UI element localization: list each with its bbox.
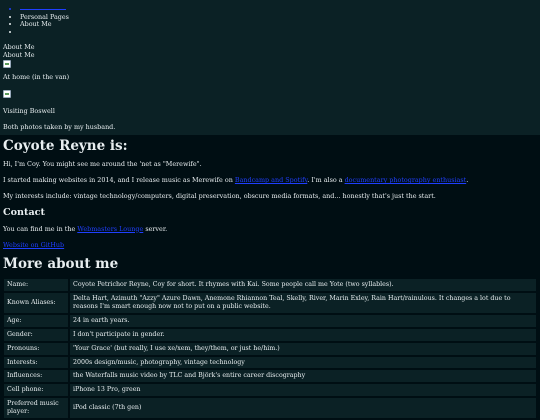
intro-p2-pre: I started making websites in 2014, and I… — [3, 176, 233, 185]
nav-item-empty[interactable] — [20, 29, 540, 37]
top-nav: Personal Pages About Me — [0, 0, 540, 41]
nav-item-1[interactable] — [20, 6, 540, 14]
row-key: Gender: — [4, 328, 68, 341]
table-row: Pronouns: 'Your Grace' (but really, I use… — [4, 342, 536, 355]
table-row: Known Aliases: Delta Hart, Azimuth "Azzy"… — [4, 293, 536, 313]
intro-p3: My interests include: vintage technology… — [3, 192, 436, 201]
nav-list: Personal Pages About Me — [0, 0, 540, 36]
row-key: Known Aliases: — [4, 293, 68, 313]
row-key: Interests: — [4, 356, 68, 369]
row-value: 2000s design/music, photography, vintage… — [70, 356, 536, 369]
row-key: Age: — [4, 315, 68, 327]
contact-heading: Contact — [3, 207, 45, 219]
table-row: Interests: 2000s design/music, photograph… — [4, 356, 536, 369]
nav-item-1-link[interactable] — [20, 8, 66, 10]
boswell-photo-broken-image-icon — [3, 90, 11, 99]
table-row: Preferred music player: iPod classic (7th… — [4, 398, 536, 418]
contact-text: You can find me in the Webmasters Lounge… — [3, 225, 537, 233]
photography-link[interactable]: documentary photography enthusiast — [345, 176, 467, 184]
row-key: Name: — [4, 279, 68, 292]
row-value: 'Your Grace' (but really, I use xe/xem, … — [70, 342, 536, 355]
table-row: Influences: the Waterfalls music video by… — [4, 370, 536, 383]
table-row: Age: 24 in earth years. — [4, 315, 536, 327]
bandcamp-spotify-link[interactable]: Bandcamp and Spotify — [235, 176, 307, 184]
more-heading: More about me — [3, 255, 119, 272]
table-row: Cell phone: iPhone 13 Pro, green — [4, 384, 536, 397]
row-key: Influences: — [4, 370, 68, 383]
about-label: About Me — [3, 43, 35, 51]
intro-p2-post: . — [466, 176, 469, 185]
contact-post: server. — [145, 224, 168, 233]
about-table: Name: Coyote Petrichor Reyne, Coy for sho… — [2, 277, 538, 419]
row-value: Delta Hart, Azimuth "Azzy" Azure Dawn, A… — [70, 293, 536, 313]
intro-p2: I started making websites in 2014, and I… — [3, 176, 537, 184]
home-photo-broken-image-icon — [3, 60, 11, 69]
row-value: iPhone 13 Pro, green — [70, 384, 536, 397]
nav-item-about-me[interactable]: About Me — [20, 21, 540, 29]
row-key: Preferred music player: — [4, 398, 68, 418]
caption-home: At home (in the van) — [3, 73, 70, 82]
intro-p1: Hi, I'm Coy. You might see me around the… — [3, 160, 202, 169]
row-key: Pronouns: — [4, 342, 68, 355]
row-value: Coyote Petrichor Reyne, Coy for short. I… — [70, 279, 536, 292]
table-row: Gender: I don't participate in gender. — [4, 328, 536, 341]
intro-heading: Coyote Reyne is: — [3, 138, 128, 155]
row-value: the Waterfalls music video by TLC and Bj… — [70, 370, 536, 383]
row-key: Cell phone: — [4, 384, 68, 397]
row-value: 24 in earth years. — [70, 315, 536, 327]
github-link[interactable]: Website on GitHub — [3, 241, 64, 249]
table-row: Name: Coyote Petrichor Reyne, Coy for sho… — [4, 279, 536, 292]
webmasters-lounge-link[interactable]: Webmasters Lounge — [77, 225, 143, 233]
caption-boswell: Visiting Boswell — [3, 107, 55, 116]
nav-item-personal-pages[interactable]: Personal Pages — [20, 13, 540, 22]
about-label-2: About Me — [3, 50, 35, 59]
caption-credit: Both photos taken by my husband. — [3, 123, 116, 132]
row-value: iPod classic (7th gen) — [70, 398, 536, 418]
row-value: I don't participate in gender. — [70, 328, 536, 341]
about-panel: About Me About Me At home (in the van) V… — [0, 41, 540, 136]
contact-pre: You can find me in the — [3, 224, 76, 233]
intro-p2-mid: . I'm also a — [307, 176, 343, 185]
intro-section: Coyote Reyne is: Hi, I'm Coy. You might … — [0, 139, 540, 271]
